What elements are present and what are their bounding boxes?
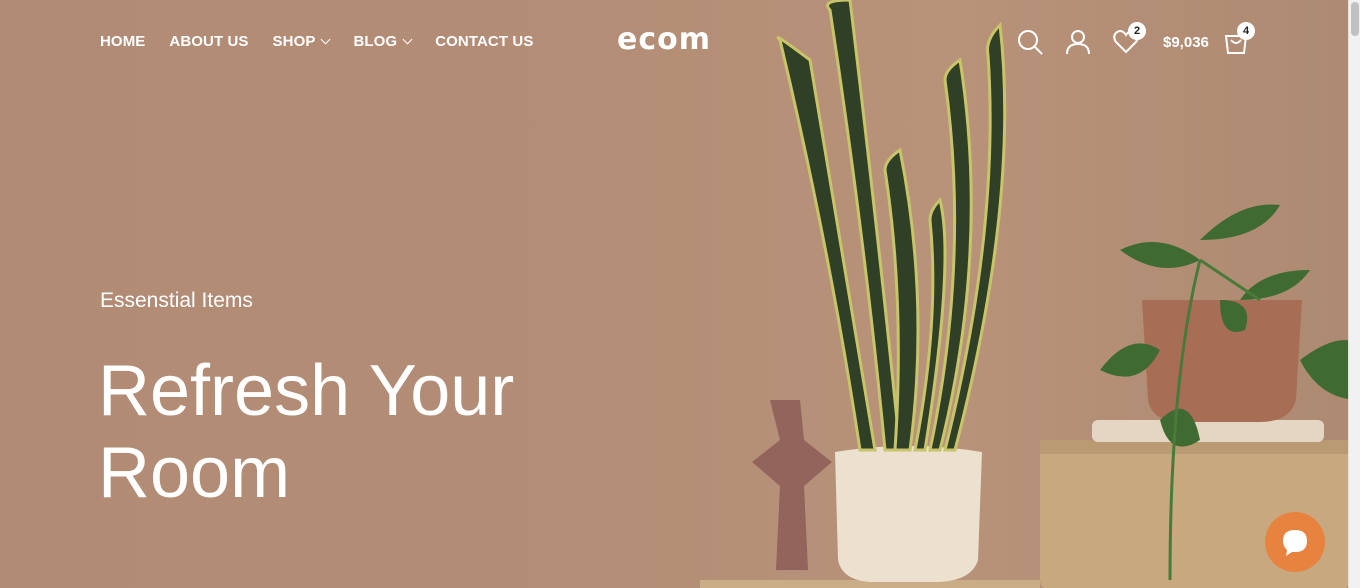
cart-total[interactable]: $9,036 [1163,34,1209,51]
nav-contact-us-label: CONTACT US [435,33,534,50]
vertical-scrollbar[interactable] [1348,0,1360,588]
wishlist-count-badge: 2 [1128,22,1146,40]
chevron-down-icon [321,34,331,45]
hero-headline: Refresh Your Room [98,351,515,513]
bag-icon[interactable]: 4 [1222,22,1255,61]
search-icon[interactable] [1016,28,1044,61]
heart-icon[interactable]: 2 [1112,22,1146,61]
site-logo[interactable]: ecom [617,22,711,57]
chat-button[interactable] [1265,512,1325,572]
nav-about-us[interactable]: ABOUT US [169,33,248,50]
nav-home-label: HOME [100,33,146,50]
plants-image [700,0,1360,588]
nav-blog-label: BLOG [353,33,398,50]
nav-shop-label: SHOP [272,33,316,50]
user-icon[interactable] [1064,28,1092,61]
nav-home[interactable]: HOME [100,33,145,50]
cart-count-badge: 4 [1237,22,1255,40]
chevron-down-icon [402,34,413,45]
hero-banner: HOME ABOUT US SHOP BLOG CONTACT US ecom … [0,0,1360,588]
chat-bubble-icon [1283,530,1307,556]
nav-shop[interactable]: SHOP [272,33,331,50]
scrollbar-thumb[interactable] [1351,2,1359,36]
nav-contact-us[interactable]: CONTACT US [435,33,533,50]
nav-about-us-label: ABOUT US [169,33,249,50]
nav-blog[interactable]: BLOG [353,33,413,50]
hero-eyebrow: Essenstial Items [100,289,253,312]
main-nav: HOME ABOUT US SHOP BLOG CONTACT US [100,33,533,50]
